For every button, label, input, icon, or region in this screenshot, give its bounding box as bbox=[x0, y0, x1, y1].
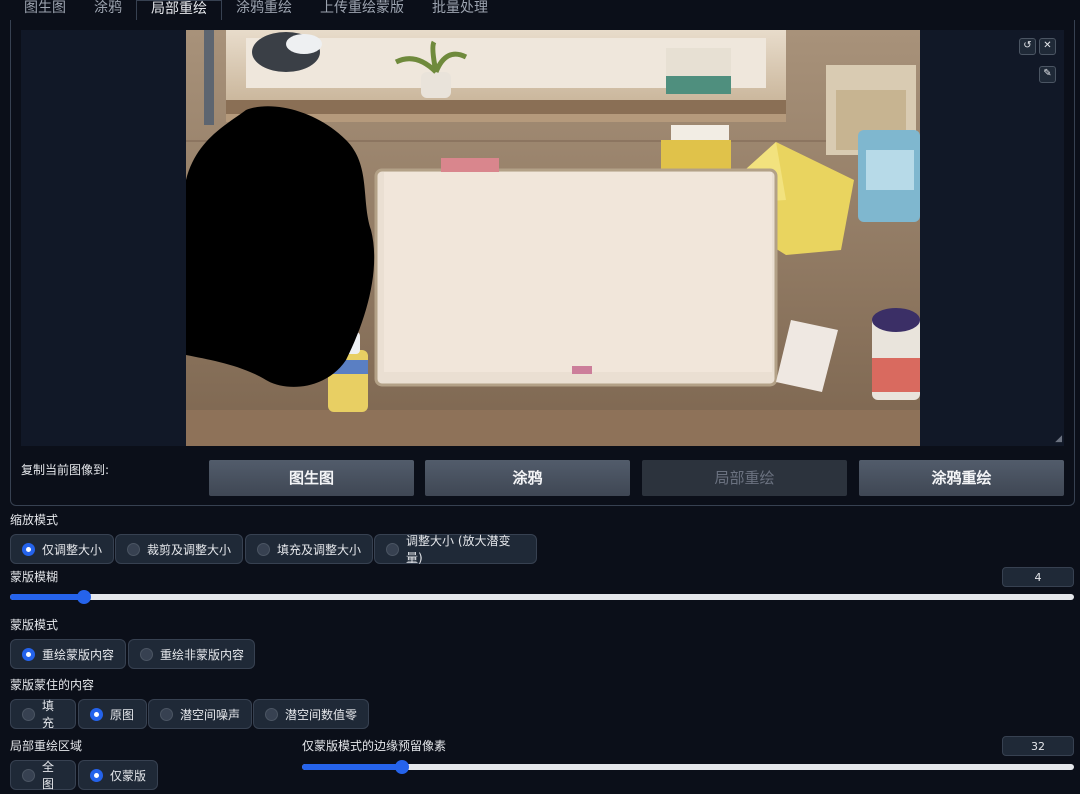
inpaint-panel: ↺ ✕ ✎ ◢ 复制当前图像到: 图生图 涂鸦 局部重绘 涂鸦重绘 bbox=[10, 20, 1075, 506]
resize-mode-label: 缩放模式 bbox=[10, 513, 59, 527]
radio-unchecked-icon bbox=[257, 542, 270, 556]
radio-latent-noise[interactable]: 潜空间噪声 bbox=[148, 699, 252, 729]
send-to-img2img-button[interactable]: 图生图 bbox=[209, 460, 414, 496]
inpaint-area-label: 局部重绘区域 bbox=[10, 739, 83, 753]
radio-unchecked-icon bbox=[265, 707, 278, 721]
radio-whole-picture[interactable]: 全图 bbox=[10, 760, 76, 791]
radio-fill[interactable]: 填充 bbox=[10, 699, 76, 730]
tab-batch[interactable]: 批量处理 bbox=[418, 0, 502, 20]
radio-checked-icon bbox=[22, 542, 35, 556]
send-to-inpaint-sketch-button[interactable]: 涂鸦重绘 bbox=[859, 460, 1064, 496]
radio-only-masked[interactable]: 仅蒙版 bbox=[78, 760, 158, 790]
slider-fill bbox=[10, 594, 85, 600]
radio-latent-nothing[interactable]: 潜空间数值零 bbox=[253, 699, 369, 729]
radio-resize-fill[interactable]: 填充及调整大小 bbox=[245, 534, 373, 564]
radio-label: 潜空间噪声 bbox=[180, 707, 241, 722]
image-canvas[interactable]: ↺ ✕ ✎ ◢ bbox=[21, 30, 1064, 446]
radio-just-resize[interactable]: 仅调整大小 bbox=[10, 534, 114, 564]
close-icon[interactable]: ✕ bbox=[1039, 38, 1056, 55]
slider-fill bbox=[302, 764, 403, 770]
tab-inpaint-sketch[interactable]: 涂鸦重绘 bbox=[222, 0, 306, 20]
radio-unchecked-icon bbox=[127, 542, 140, 556]
radio-label: 重绘蒙版内容 bbox=[42, 647, 115, 662]
radio-latent-upscale[interactable]: 调整大小 (放大潜变量) bbox=[374, 534, 537, 565]
radio-label: 仅调整大小 bbox=[42, 542, 103, 557]
radio-crop-resize[interactable]: 裁剪及调整大小 bbox=[115, 534, 243, 564]
radio-unchecked-icon bbox=[22, 768, 35, 782]
radio-inpaint-not-masked[interactable]: 重绘非蒙版内容 bbox=[128, 639, 255, 669]
radio-unchecked-icon bbox=[160, 707, 173, 721]
inpaint-image[interactable] bbox=[186, 30, 920, 446]
send-to-sketch-button[interactable]: 涂鸦 bbox=[425, 460, 630, 496]
send-to-inpaint-button[interactable]: 局部重绘 bbox=[642, 460, 847, 496]
mask-blur-label: 蒙版模糊 bbox=[10, 570, 59, 584]
tab-bar: 图生图 涂鸦 局部重绘 涂鸦重绘 上传重绘蒙版 批量处理 bbox=[10, 0, 1074, 22]
masked-content-label: 蒙版蒙住的内容 bbox=[10, 678, 95, 692]
padding-input[interactable]: 32 bbox=[1002, 736, 1074, 756]
padding-slider[interactable] bbox=[302, 760, 1074, 774]
radio-label: 调整大小 (放大潜变量) bbox=[406, 534, 511, 565]
tab-sketch[interactable]: 涂鸦 bbox=[80, 0, 136, 20]
copy-to-label: 复制当前图像到: bbox=[21, 463, 110, 477]
undo-icon[interactable]: ↺ bbox=[1019, 38, 1036, 55]
mask-blur-input[interactable]: 4 bbox=[1002, 567, 1074, 587]
radio-checked-icon bbox=[22, 647, 35, 661]
padding-label: 仅蒙版模式的边缘预留像素 bbox=[302, 739, 447, 753]
radio-inpaint-masked[interactable]: 重绘蒙版内容 bbox=[10, 639, 126, 669]
slider-thumb[interactable] bbox=[77, 590, 92, 604]
tab-inpaint[interactable]: 局部重绘 bbox=[136, 0, 222, 22]
radio-label: 全图 bbox=[42, 760, 55, 791]
radio-label: 填充及调整大小 bbox=[277, 542, 362, 557]
radio-label: 仅蒙版 bbox=[110, 768, 147, 783]
mask-blur-slider[interactable] bbox=[10, 590, 1074, 604]
radio-unchecked-icon bbox=[22, 707, 35, 721]
radio-original[interactable]: 原图 bbox=[78, 699, 147, 729]
brush-icon[interactable]: ✎ bbox=[1039, 66, 1056, 83]
tab-img2img[interactable]: 图生图 bbox=[10, 0, 80, 20]
tab-inpaint-upload[interactable]: 上传重绘蒙版 bbox=[306, 0, 418, 20]
radio-checked-icon bbox=[90, 707, 103, 721]
slider-thumb[interactable] bbox=[395, 760, 410, 774]
radio-label: 潜空间数值零 bbox=[285, 707, 358, 722]
mask-mode-label: 蒙版模式 bbox=[10, 618, 59, 632]
radio-unchecked-icon bbox=[140, 647, 153, 661]
radio-checked-icon bbox=[90, 768, 103, 782]
radio-label: 重绘非蒙版内容 bbox=[160, 647, 245, 662]
desk-scene-image bbox=[186, 30, 920, 446]
radio-label: 填充 bbox=[42, 699, 55, 730]
radio-unchecked-icon bbox=[386, 542, 399, 556]
radio-label: 裁剪及调整大小 bbox=[147, 542, 232, 557]
resize-grip-icon[interactable]: ◢ bbox=[1055, 434, 1062, 444]
radio-label: 原图 bbox=[110, 707, 135, 722]
